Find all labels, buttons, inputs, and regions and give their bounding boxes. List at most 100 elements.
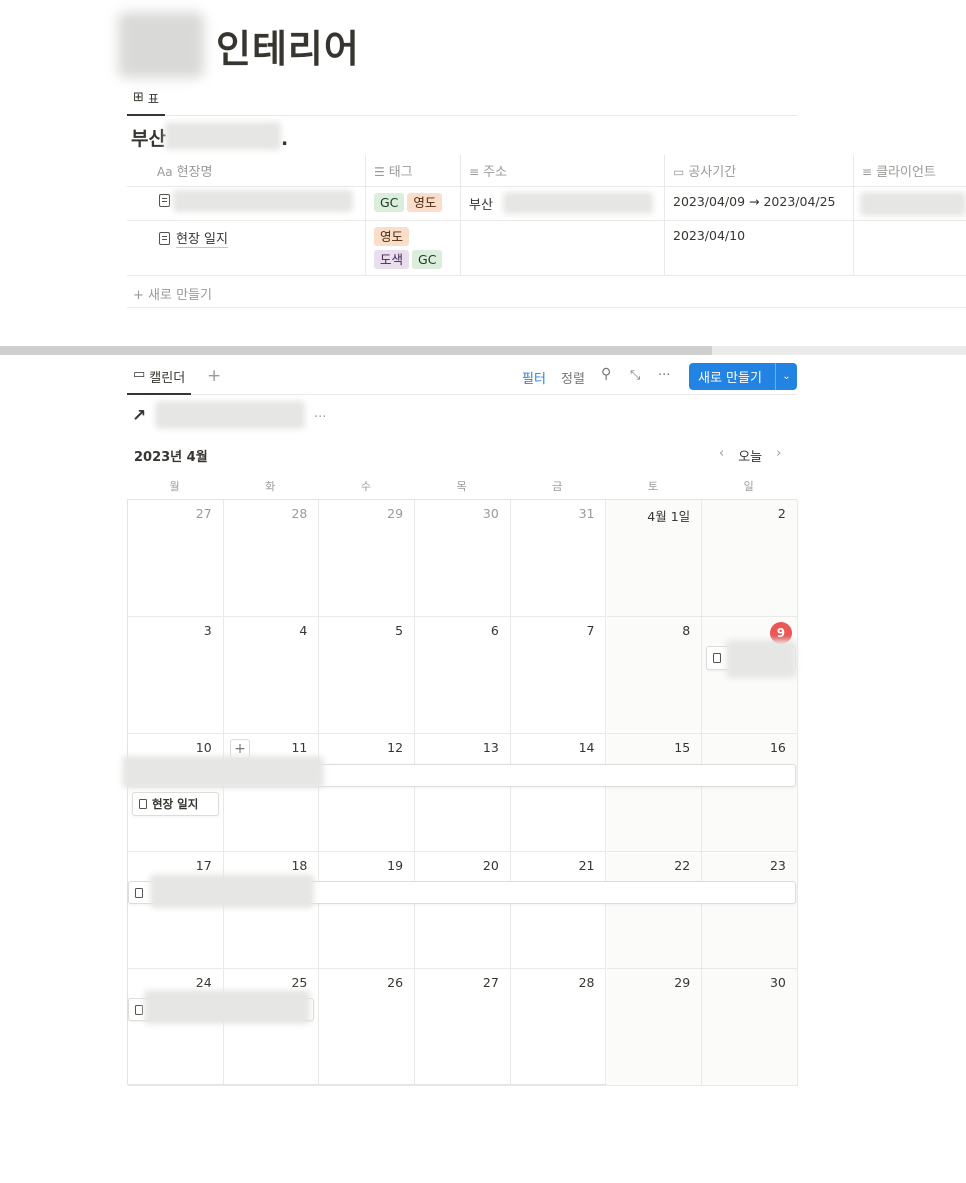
text-type-icon: Aa: [157, 165, 173, 179]
calendar-day[interactable]: 20: [415, 851, 511, 969]
calendar-day[interactable]: 26: [319, 968, 416, 1086]
cell-address[interactable]: [461, 221, 665, 275]
calendar-day[interactable]: 28: [510, 968, 607, 1086]
tag: 영도: [407, 193, 443, 212]
month-label: 2023년 4월: [134, 450, 208, 465]
day-number: 27: [482, 974, 499, 990]
calendar-day[interactable]: 19: [319, 851, 416, 969]
calendar-day[interactable]: 29: [319, 500, 416, 618]
page-icon: [713, 653, 721, 663]
column-header-name[interactable]: Aa 현장명: [127, 155, 366, 186]
page-icon: [135, 887, 143, 898]
calendar-day[interactable]: 6: [415, 617, 511, 735]
redacted-address: [503, 192, 653, 214]
day-number: 3: [203, 623, 212, 639]
day-number: 2: [777, 506, 786, 521]
calendar-view-tabs: ▭ 캘린더 + 필터 정렬 ⚲ ⤡ ··· 새로 만들기 ⌄: [127, 362, 797, 395]
more-icon[interactable]: ···: [314, 410, 326, 425]
calendar-day[interactable]: 4: [223, 617, 320, 735]
calendar-day[interactable]: 16: [702, 734, 798, 852]
calendar-day[interactable]: 8: [606, 617, 703, 735]
calendar-day[interactable]: 3: [128, 617, 224, 735]
linked-database-arrow-icon[interactable]: ↗: [132, 406, 146, 426]
page-icon: [135, 1004, 143, 1015]
calendar-day[interactable]: 7: [510, 617, 607, 735]
calendar-day[interactable]: 4월 1일: [606, 500, 703, 618]
page-title: 인테리어: [216, 27, 360, 71]
calendar-day[interactable]: 17: [128, 851, 224, 969]
calendar-day[interactable]: 29: [606, 968, 703, 1086]
calendar-day[interactable]: 31: [510, 500, 607, 618]
tab-table[interactable]: ⊞ 표: [127, 86, 165, 116]
calendar-day[interactable]: 14: [510, 734, 607, 852]
calendar-event[interactable]: 현장 일지: [132, 792, 219, 816]
calendar-day[interactable]: 24: [128, 968, 224, 1086]
more-icon[interactable]: ···: [658, 368, 670, 383]
today-button[interactable]: 오늘: [738, 446, 762, 465]
filter-button[interactable]: 필터: [522, 368, 546, 387]
horizontal-scrollbar[interactable]: [0, 346, 966, 355]
tag: 영도: [374, 227, 410, 246]
tag: GC: [374, 193, 405, 212]
tab-calendar[interactable]: ▭ 캘린더: [127, 362, 192, 395]
cell-client[interactable]: [854, 221, 966, 275]
scrollbar-thumb[interactable]: [0, 346, 712, 355]
column-header-address[interactable]: ≡ 주소: [461, 155, 665, 186]
sort-button[interactable]: 정렬: [561, 368, 585, 387]
calendar-day[interactable]: 23: [702, 851, 798, 969]
table-icon: ⊞: [133, 90, 144, 105]
calendar-day[interactable]: 21: [510, 851, 607, 969]
calendar-day[interactable]: 11: [223, 734, 320, 852]
day-number: 28: [291, 506, 308, 521]
cell-tags[interactable]: 영도 도색 GC: [366, 221, 461, 275]
calendar-day[interactable]: 12: [319, 734, 416, 852]
column-label: 클라이언트: [876, 165, 936, 180]
new-button[interactable]: 새로 만들기 ⌄: [689, 363, 797, 390]
day-number: 27: [195, 506, 212, 521]
calendar-day[interactable]: 27: [128, 500, 224, 618]
calendar-day[interactable]: 25: [223, 968, 320, 1086]
calendar-day[interactable]: 28: [223, 500, 320, 618]
calendar-day[interactable]: 30: [415, 500, 511, 618]
calendar-day[interactable]: 27: [415, 968, 511, 1086]
day-number: 11: [291, 740, 308, 756]
calendar-day[interactable]: 22: [606, 851, 703, 969]
cell-tags[interactable]: GC 영도: [366, 187, 461, 220]
day-number: 16: [769, 740, 786, 756]
cell-period[interactable]: 2023/04/10: [665, 221, 854, 275]
column-header-period[interactable]: ▭ 공사기간: [665, 155, 854, 186]
column-header-tags[interactable]: ☰ 태그: [366, 155, 461, 186]
table-row[interactable]: 현장 일지 영도 도색 GC 2023/04/10: [127, 221, 966, 276]
chevron-left-icon[interactable]: ‹: [719, 446, 724, 465]
column-header-client[interactable]: ≡ 클라이언트: [854, 155, 966, 186]
expand-icon[interactable]: ⤡: [630, 368, 640, 383]
day-number: 21: [578, 857, 595, 873]
database-title-suffix: .: [281, 128, 289, 150]
day-number: 26: [387, 974, 404, 990]
calendar-day[interactable]: 30: [702, 968, 798, 1086]
calendar-icon: ▭: [133, 367, 146, 382]
redacted-linked-title: [155, 401, 305, 429]
day-number: 17: [195, 857, 212, 873]
search-icon[interactable]: ⚲: [601, 366, 611, 382]
add-view-button[interactable]: +: [207, 366, 221, 386]
list-icon: ☰: [374, 165, 385, 179]
calendar-day[interactable]: 2: [702, 500, 798, 618]
chevron-right-icon[interactable]: ›: [776, 446, 781, 465]
cell-period[interactable]: 2023/04/09 → 2023/04/25: [665, 187, 854, 220]
cell-name[interactable]: 현장 일지: [127, 221, 366, 275]
table-row[interactable]: GC 영도 부산 2023/04/09 → 2023/04/25: [127, 187, 966, 221]
day-number: 6: [490, 623, 499, 639]
table-header-row: Aa 현장명 ☰ 태그 ≡ 주소 ▭ 공사기간 ≡ 클라이언트: [127, 155, 966, 187]
calendar-day[interactable]: 15: [606, 734, 703, 852]
redacted-event-title: [150, 874, 314, 908]
calendar-day[interactable]: 18: [223, 851, 320, 969]
chevron-down-icon[interactable]: ⌄: [775, 363, 797, 390]
calendar-day[interactable]: 5: [319, 617, 416, 735]
redacted-event-title: [144, 990, 310, 1024]
new-row-button[interactable]: + 새로 만들기: [133, 284, 212, 303]
period-text: 2023/04/10: [673, 228, 746, 243]
day-number: 5: [395, 623, 404, 639]
database-title[interactable]: 부산: [131, 124, 166, 151]
calendar-day[interactable]: 13: [415, 734, 511, 852]
